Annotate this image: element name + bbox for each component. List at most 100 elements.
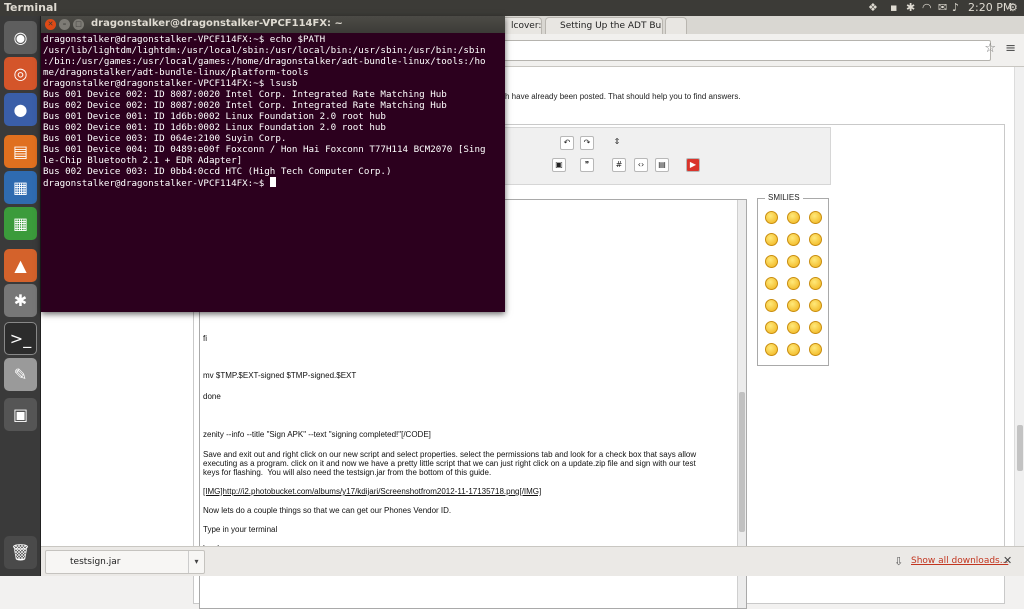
show-all-downloads-link[interactable]: Show all downloads... <box>911 556 1008 566</box>
download-item[interactable]: testsign.jar ▾ <box>45 550 205 574</box>
hash-icon[interactable]: # <box>612 158 626 172</box>
smiley-icon[interactable] <box>787 233 800 246</box>
terminal-line: Bus 002 Device 003: ID 0bb4:0ccd HTC (Hi… <box>43 166 392 177</box>
firefox-icon[interactable]: ● <box>4 93 37 126</box>
power-icon[interactable]: ⚙ <box>1008 1 1018 14</box>
smilies-panel: SMILIES <box>757 193 829 366</box>
sound-icon[interactable]: ♪ <box>952 1 959 14</box>
editor-line: fi <box>203 334 207 343</box>
system-settings-icon[interactable]: ✱ <box>4 284 37 317</box>
terminal-line: me/dragonstalker/adt-bundle-linux/platfo… <box>43 67 309 78</box>
files-icon[interactable]: ▤ <box>4 135 37 168</box>
smiley-icon[interactable] <box>765 211 778 224</box>
active-app-title: Terminal <box>4 1 58 14</box>
terminal-prompt: dragonstalker@dragonstalker-VPCF114FX:~$ <box>43 178 270 189</box>
editor-line: done <box>203 392 221 401</box>
smiley-icon[interactable] <box>765 321 778 334</box>
terminal-icon[interactable]: >_ <box>4 322 37 355</box>
smiley-icon[interactable] <box>765 343 778 356</box>
terminal-window[interactable]: ✕ – □ dragonstalker@dragonstalker-VPCF11… <box>41 16 505 312</box>
terminal-line: Bus 002 Device 002: ID 8087:0020 Intel C… <box>43 100 447 111</box>
editor-line: mv $TMP.$EXT-signed $TMP-signed.$EXT <box>203 371 357 380</box>
terminal-titlebar[interactable]: ✕ – □ dragonstalker@dragonstalker-VPCF11… <box>41 16 505 33</box>
terminal-line: dragonstalker@dragonstalker-VPCF114FX:~$… <box>43 34 326 45</box>
smiley-icon[interactable] <box>765 233 778 246</box>
terminal-prompt-line: dragonstalker@dragonstalker-VPCF114FX:~$ <box>43 177 503 189</box>
undo-icon[interactable]: ↶ <box>560 136 574 150</box>
quote-icon[interactable]: ❞ <box>580 158 594 172</box>
terminal-title: dragonstalker@dragonstalker-VPCF114FX: ~ <box>91 18 343 29</box>
close-icon[interactable]: ✕ <box>1003 554 1012 567</box>
top-panel: Terminal ❖ ▪ ✱ ◠ ✉ ♪ 2:20 PM ⚙ <box>0 0 1024 16</box>
writer-icon[interactable]: ▦ <box>4 171 37 204</box>
terminal-line: Bus 001 Device 004: ID 0489:e00f Foxconn… <box>43 144 486 155</box>
help-text: ch have already been posted. That should… <box>501 92 741 101</box>
trash-icon[interactable]: 🗑 <box>4 536 37 569</box>
smiley-icon[interactable] <box>787 343 800 356</box>
terminal-line: Bus 001 Device 003: ID 064e:2100 Suyin C… <box>43 133 287 144</box>
smiley-icon[interactable] <box>809 299 822 312</box>
tab-adt-bundle[interactable]: Setting Up the ADT Bundl <box>545 17 663 34</box>
clock[interactable]: 2:20 PM <box>968 1 1012 14</box>
smiley-icon[interactable] <box>809 343 822 356</box>
maximize-icon[interactable]: □ <box>73 19 84 30</box>
textarea-scroll-thumb[interactable] <box>739 392 745 532</box>
calc-icon[interactable]: ▦ <box>4 207 37 240</box>
bookmark-star-icon[interactable]: ☆ <box>984 41 996 56</box>
download-arrow-icon: ⇩ <box>894 555 904 568</box>
editor-line: Now lets do a couple things so that we c… <box>203 506 452 515</box>
software-center-icon[interactable]: ▲ <box>4 249 37 282</box>
smiley-icon[interactable] <box>809 321 822 334</box>
terminal-line: Bus 002 Device 001: ID 1d6b:0002 Linux F… <box>43 122 386 133</box>
dash-home-icon[interactable]: ◉ <box>4 21 37 54</box>
page-scrollbar[interactable] <box>1014 67 1024 546</box>
smiley-icon[interactable] <box>787 211 800 224</box>
smiley-icon[interactable] <box>809 277 822 290</box>
smilies-title: SMILIES <box>765 193 803 202</box>
chevron-down-icon[interactable]: ▾ <box>188 551 204 573</box>
smiley-icon[interactable] <box>809 233 822 246</box>
chrome-icon[interactable]: ◎ <box>4 57 37 90</box>
close-icon[interactable]: ✕ <box>45 19 56 30</box>
launcher: ◉ ◎ ● ▤ ▦ ▦ ▲ ✱ >_ ✎ ▣ 🗑 <box>0 16 41 576</box>
volume-low-icon[interactable]: ▪ <box>890 1 897 14</box>
resize-icon[interactable]: ⇕ <box>610 136 624 150</box>
workspace-switcher-icon[interactable]: ▣ <box>4 398 37 431</box>
browser-menu-icon[interactable]: ≡ <box>1005 41 1016 56</box>
editor-line: executing as a program. click on it and … <box>203 459 696 468</box>
editor-line: zenity --info --title "Sign APK" --text … <box>203 430 431 439</box>
terminal-line: Bus 001 Device 001: ID 1d6b:0002 Linux F… <box>43 111 386 122</box>
terminal-line: dragonstalker@dragonstalker-VPCF114FX:~$… <box>43 78 298 89</box>
editor-line: keys for flashing. You will also need th… <box>203 468 492 477</box>
page-scroll-thumb[interactable] <box>1017 425 1023 471</box>
smiley-icon[interactable] <box>787 255 800 268</box>
insert-image-icon[interactable]: ▣ <box>552 158 566 172</box>
smiley-icon[interactable] <box>765 299 778 312</box>
terminal-line: /usr/lib/lightdm/lightdm:/usr/local/sbin… <box>43 45 486 56</box>
smiley-icon[interactable] <box>809 211 822 224</box>
downloads-bar: testsign.jar ▾ ⇩ Show all downloads... ✕ <box>41 546 1024 576</box>
minimize-icon[interactable]: – <box>59 19 70 30</box>
terminal-output[interactable]: dragonstalker@dragonstalker-VPCF114FX:~$… <box>43 34 503 310</box>
text-editor-icon[interactable]: ✎ <box>4 358 37 391</box>
smiley-icon[interactable] <box>765 277 778 290</box>
editor-line: [IMG]http://i2.photobucket.com/albums/y1… <box>203 487 542 496</box>
terminal-line: Bus 001 Device 002: ID 8087:0020 Intel C… <box>43 89 447 100</box>
bluetooth-icon[interactable]: ✱ <box>906 1 915 14</box>
php-icon[interactable]: ▤ <box>655 158 669 172</box>
code-icon[interactable]: ‹› <box>634 158 648 172</box>
dropbox-icon[interactable]: ❖ <box>868 1 878 14</box>
smiley-icon[interactable] <box>765 255 778 268</box>
editor-line: Type in your terminal <box>203 525 278 534</box>
mail-icon[interactable]: ✉ <box>938 1 947 14</box>
youtube-icon[interactable]: ▶ <box>686 158 700 172</box>
smiley-icon[interactable] <box>787 321 800 334</box>
redo-icon[interactable]: ↷ <box>580 136 594 150</box>
wifi-icon[interactable]: ◠ <box>922 1 932 14</box>
terminal-line: le-Chip Bluetooth 2.1 + EDR Adapter] <box>43 155 243 166</box>
url-field[interactable] <box>501 40 991 61</box>
new-tab-button[interactable] <box>665 17 687 34</box>
smiley-icon[interactable] <box>809 255 822 268</box>
smiley-icon[interactable] <box>787 299 800 312</box>
smiley-icon[interactable] <box>787 277 800 290</box>
